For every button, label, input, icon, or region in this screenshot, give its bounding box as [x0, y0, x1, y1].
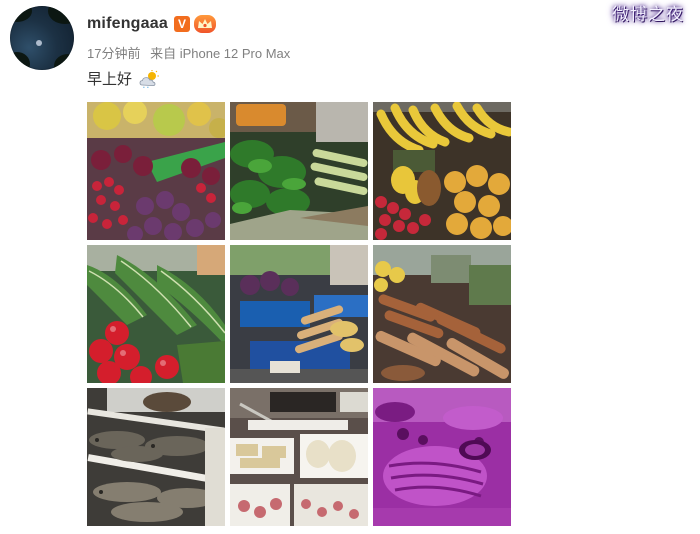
post-text-content: 早上好 — [87, 71, 133, 88]
photo-fruit-stall[interactable] — [87, 102, 225, 240]
photo-greens-tomatoes[interactable] — [87, 245, 225, 383]
fish-trays-icon — [87, 388, 225, 526]
photo-bananas[interactable] — [373, 102, 511, 240]
photo-tofu-trays[interactable] — [230, 388, 368, 526]
green-vegetables-icon — [230, 102, 368, 240]
avatar[interactable] — [10, 6, 74, 70]
sun-behind-cloud-icon — [139, 69, 161, 88]
root-vegetables-stall-icon — [230, 245, 368, 383]
photo-fish-trays[interactable] — [87, 388, 225, 526]
leafy-greens-and-tomatoes-icon — [87, 245, 225, 383]
photo-grid — [87, 102, 511, 526]
user-line: mifengaaa V — [87, 12, 216, 36]
username[interactable]: mifengaaa — [87, 15, 168, 33]
fruit-stall-icon — [87, 102, 225, 240]
photo-green-vegetables[interactable] — [230, 102, 368, 240]
photo-yams[interactable] — [373, 245, 511, 383]
post-meta: 17分钟前 来自 iPhone 12 Pro Max — [87, 43, 290, 62]
verified-badge-icon[interactable]: V — [173, 16, 190, 32]
post-time[interactable]: 17分钟前 — [87, 46, 140, 61]
vip-icon[interactable] — [193, 15, 216, 33]
moon-icon — [36, 40, 42, 46]
post-text: 早上好 — [87, 68, 161, 89]
bananas-and-fruit-icon — [373, 102, 511, 240]
tofu-and-food-trays-icon — [230, 388, 368, 526]
yams-and-roots-icon — [373, 245, 511, 383]
watermark: 微博之夜 — [612, 5, 684, 25]
photo-purple-meat[interactable] — [373, 388, 511, 526]
photo-root-vegetables[interactable] — [230, 245, 368, 383]
meat-under-purple-light-icon — [373, 388, 511, 526]
post-source: 来自 iPhone 12 Pro Max — [150, 46, 291, 61]
